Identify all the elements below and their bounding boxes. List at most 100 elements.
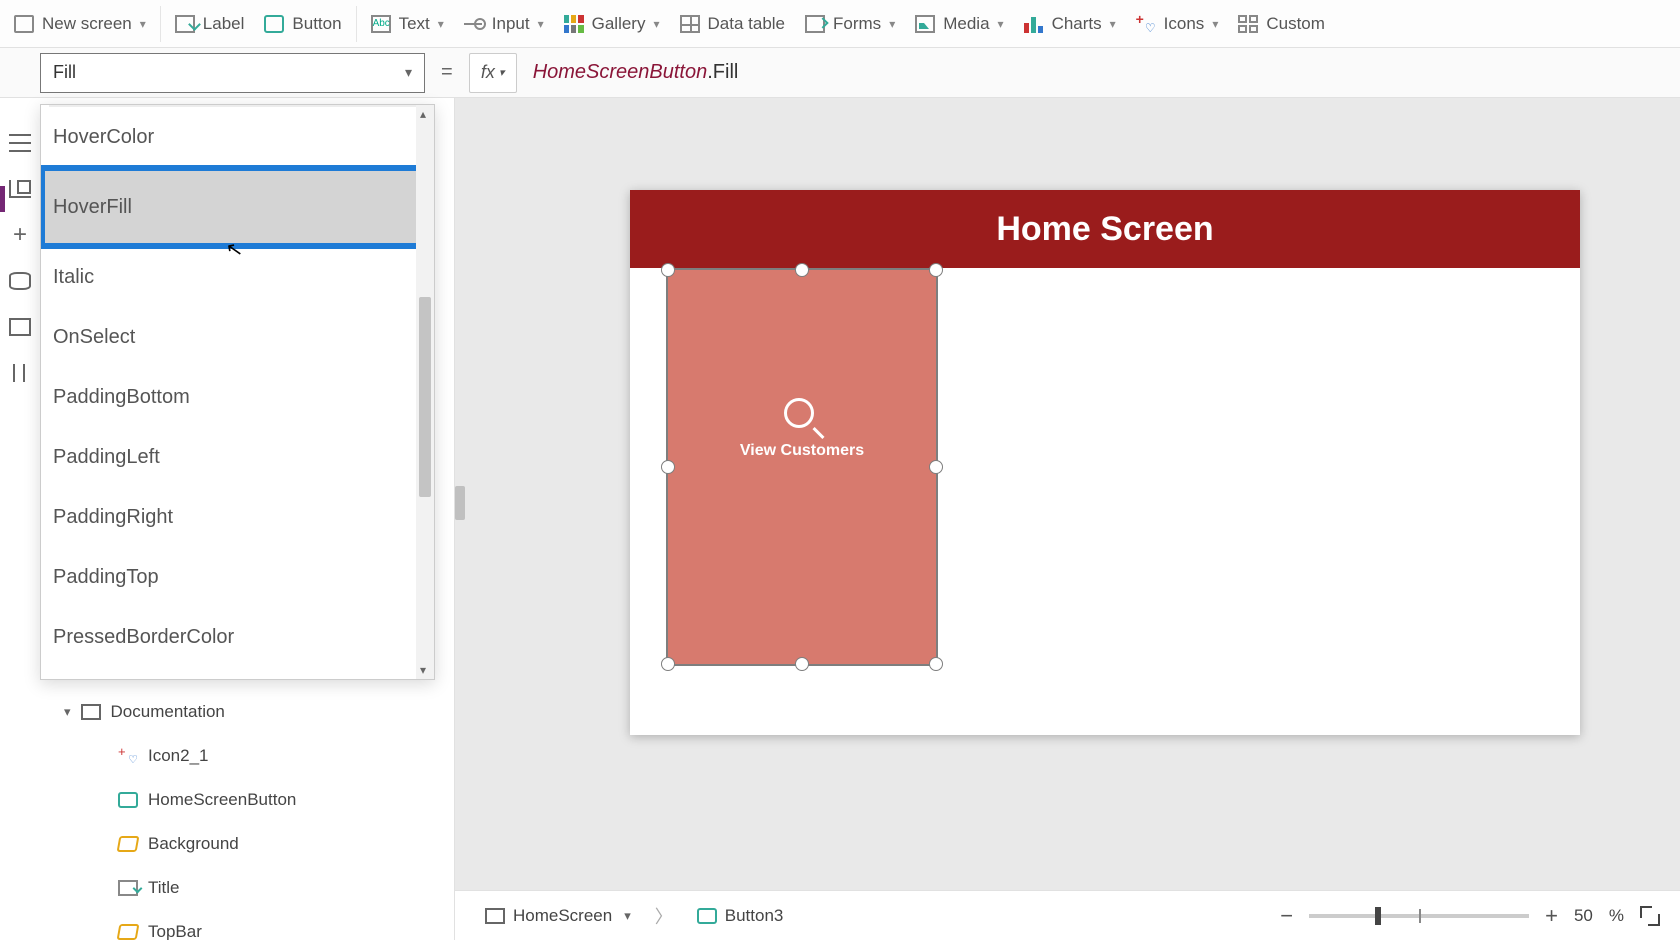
prop-option-pressedbordercolor[interactable]: PressedBorderColor <box>41 607 434 667</box>
chevron-down-icon: ▾ <box>64 704 71 720</box>
scroll-up-icon[interactable]: ▴ <box>420 107 426 121</box>
formula-member: .Fill <box>707 61 738 83</box>
form-icon <box>805 15 825 33</box>
panel-resize-handle[interactable] <box>455 486 465 520</box>
prop-option-label: PaddingLeft <box>53 446 160 469</box>
prop-option-label: PaddingTop <box>53 566 159 589</box>
insert-input-menu[interactable]: Input ▾ <box>464 14 544 34</box>
insert-button-button[interactable]: Button <box>264 14 341 34</box>
tree-view-icon[interactable] <box>9 180 31 198</box>
formula-input[interactable]: HomeScreenButton.Fill <box>533 61 739 85</box>
dropdown-scrollbar[interactable]: ▴ ▾ <box>416 105 434 679</box>
prop-option-label: PaddingRight <box>53 506 173 529</box>
insert-text-menu[interactable]: Abc Text ▾ <box>371 14 444 34</box>
prop-option-hovercolor[interactable]: HoverColor <box>41 107 434 167</box>
insert-datatable-button[interactable]: Data table <box>680 14 786 34</box>
tree-node-label: Documentation <box>111 702 225 722</box>
resize-handle-sw[interactable] <box>661 657 675 671</box>
icons-icon <box>1136 15 1156 33</box>
chart-icon <box>1024 15 1044 33</box>
tree-node-background[interactable]: Background <box>118 822 446 866</box>
fx-button[interactable]: fx ▾ <box>469 53 517 93</box>
hamburger-icon[interactable] <box>9 134 31 152</box>
app-header: Home Screen <box>630 190 1580 268</box>
zoom-value: 50 <box>1574 906 1593 926</box>
screen-icon <box>81 704 101 720</box>
insert-media-menu[interactable]: Media ▾ <box>915 14 1003 34</box>
breadcrumb-separator-icon: 〉 <box>655 903 673 929</box>
shape-icon <box>117 836 140 852</box>
selected-control[interactable]: View Customers <box>666 268 938 666</box>
resize-handle-s[interactable] <box>795 657 809 671</box>
property-dropdown: HoverColor HoverFill Italic OnSelect Pad… <box>40 104 435 680</box>
formula-bar: Fill ▾ = fx ▾ HomeScreenButton.Fill <box>0 48 1680 98</box>
resize-handle-ne[interactable] <box>929 263 943 277</box>
icons-label: Icons <box>1164 14 1205 34</box>
canvas-wrap: Home Screen View Customers <box>455 98 1680 940</box>
insert-custom-menu[interactable]: Custom <box>1238 14 1325 34</box>
insert-charts-menu[interactable]: Charts ▾ <box>1024 14 1116 34</box>
insert-icon[interactable]: + <box>9 226 31 244</box>
prop-option-italic[interactable]: Italic <box>41 247 434 307</box>
custom-icon <box>1238 15 1258 33</box>
zoom-out-button[interactable]: − <box>1280 903 1293 929</box>
app-screen-preview[interactable]: Home Screen View Customers <box>630 190 1580 735</box>
resize-handle-e[interactable] <box>929 460 943 474</box>
media-icon <box>915 15 935 33</box>
prop-option-label: Italic <box>53 266 94 289</box>
forms-label: Forms <box>833 14 881 34</box>
prop-option-paddingtop[interactable]: PaddingTop <box>41 547 434 607</box>
resize-handle-se[interactable] <box>929 657 943 671</box>
tree-node-topbar[interactable]: TopBar <box>118 910 446 940</box>
tree-node-documentation[interactable]: ▾ Documentation <box>64 690 446 734</box>
prop-option-paddingleft[interactable]: PaddingLeft <box>41 427 434 487</box>
prop-option-label: OnSelect <box>53 326 135 349</box>
gallery-icon <box>564 15 584 33</box>
canvas-area[interactable]: Home Screen View Customers <box>455 98 1680 890</box>
chevron-down-icon: ▾ <box>438 17 444 31</box>
button-icon <box>697 908 717 924</box>
prop-option-label: HoverColor <box>53 126 154 149</box>
search-icon <box>784 398 820 434</box>
insert-gallery-menu[interactable]: Gallery ▾ <box>564 14 660 34</box>
property-select-value: Fill <box>53 62 76 83</box>
scroll-thumb[interactable] <box>419 297 431 497</box>
equals-sign: = <box>441 61 453 84</box>
fit-to-window-icon[interactable] <box>1640 906 1660 926</box>
media-label: Media <box>943 14 989 34</box>
tree-node-label: Icon2_1 <box>148 746 209 766</box>
resize-handle-n[interactable] <box>795 263 809 277</box>
new-screen-menu[interactable]: New screen ▾ <box>14 14 146 34</box>
chevron-down-icon: ▾ <box>1110 17 1116 31</box>
prop-option-hoverfill[interactable]: HoverFill <box>41 167 434 247</box>
tree-node-title[interactable]: Title <box>118 866 446 910</box>
property-select[interactable]: Fill ▾ <box>40 53 425 93</box>
chevron-down-icon: ▾ <box>405 64 412 81</box>
tree-node-homescreenbutton[interactable]: HomeScreenButton <box>118 778 446 822</box>
insert-label-button[interactable]: Label <box>175 14 245 34</box>
data-icon[interactable] <box>9 272 31 290</box>
crumb-label: Button3 <box>725 906 784 926</box>
insert-forms-menu[interactable]: Forms ▾ <box>805 14 895 34</box>
crumb-control[interactable]: Button3 <box>687 902 794 930</box>
scroll-down-icon[interactable]: ▾ <box>420 663 426 677</box>
zoom-slider[interactable] <box>1309 914 1529 918</box>
app-header-title: Home Screen <box>996 210 1213 249</box>
crumb-screen[interactable]: HomeScreen ▾ <box>475 902 641 930</box>
gallery-label: Gallery <box>592 14 646 34</box>
advanced-tools-icon[interactable] <box>9 364 31 382</box>
insert-icons-menu[interactable]: Icons ▾ <box>1136 14 1219 34</box>
tree-node-icon2_1[interactable]: Icon2_1 <box>118 734 446 778</box>
chevron-down-icon: ▾ <box>499 66 505 79</box>
resize-handle-nw[interactable] <box>661 263 675 277</box>
media-panel-icon[interactable] <box>9 318 31 336</box>
chevron-down-icon: ▾ <box>653 17 659 31</box>
resize-handle-w[interactable] <box>661 460 675 474</box>
prop-option-paddingright[interactable]: PaddingRight <box>41 487 434 547</box>
icons-icon <box>118 748 138 764</box>
prop-option-paddingbottom[interactable]: PaddingBottom <box>41 367 434 427</box>
left-rail: + <box>0 98 40 940</box>
slider-knob[interactable] <box>1375 907 1381 925</box>
zoom-in-button[interactable]: + <box>1545 903 1558 929</box>
prop-option-onselect[interactable]: OnSelect <box>41 307 434 367</box>
